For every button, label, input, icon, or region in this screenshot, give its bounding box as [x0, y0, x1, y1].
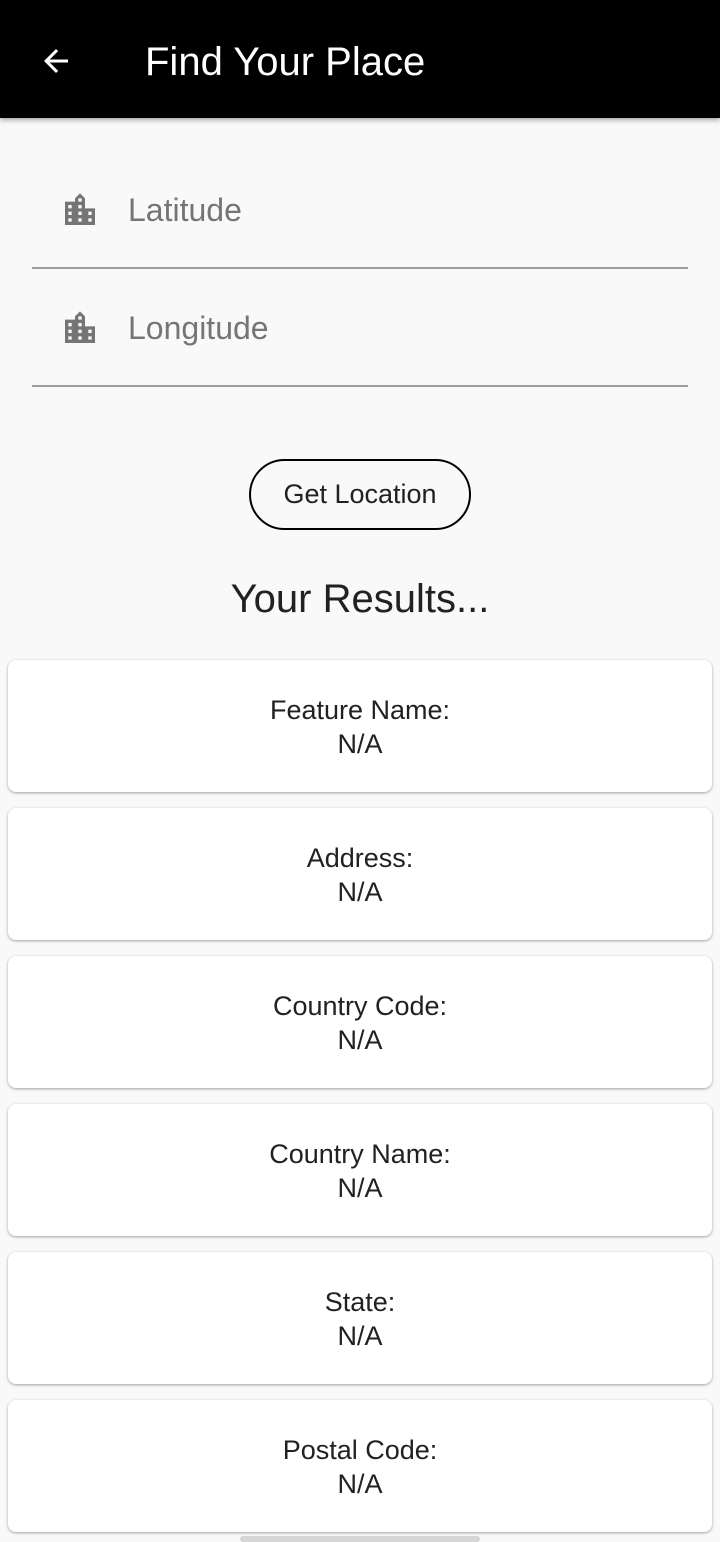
- result-card-country-code: Country Code: N/A: [8, 956, 712, 1088]
- latitude-input[interactable]: [128, 186, 668, 234]
- result-value: N/A: [337, 1173, 383, 1203]
- result-card-country-name: Country Name: N/A: [8, 1104, 712, 1236]
- result-value: N/A: [337, 729, 383, 759]
- back-button[interactable]: [22, 27, 90, 95]
- app-bar: Find Your Place: [0, 0, 720, 118]
- result-value: N/A: [337, 1469, 383, 1499]
- result-label: Country Name:: [269, 1139, 451, 1169]
- arrow-left-icon: [44, 49, 68, 73]
- result-value: N/A: [337, 1321, 383, 1351]
- result-value: N/A: [337, 877, 383, 907]
- result-card-postal-code: Postal Code: N/A: [8, 1400, 712, 1532]
- result-card-feature-name: Feature Name: N/A: [8, 660, 712, 792]
- result-label: Feature Name:: [269, 695, 451, 725]
- longitude-field: [32, 269, 688, 387]
- city-icon: [65, 193, 95, 225]
- longitude-input[interactable]: [128, 304, 668, 352]
- result-card-state: State: N/A: [8, 1252, 712, 1384]
- latitude-field: [32, 151, 688, 269]
- result-label: Address:: [306, 843, 414, 873]
- city-icon: [65, 311, 95, 343]
- result-label: Country Code:: [272, 991, 448, 1021]
- result-label: Postal Code:: [282, 1435, 438, 1465]
- results-heading: Your Results...: [230, 577, 490, 621]
- home-indicator[interactable]: [240, 1536, 480, 1542]
- result-card-address: Address: N/A: [8, 808, 712, 940]
- result-label: State:: [324, 1287, 396, 1317]
- page-title: Find Your Place: [145, 40, 426, 84]
- result-value: N/A: [337, 1025, 383, 1055]
- get-location-button[interactable]: Get Location: [249, 459, 471, 530]
